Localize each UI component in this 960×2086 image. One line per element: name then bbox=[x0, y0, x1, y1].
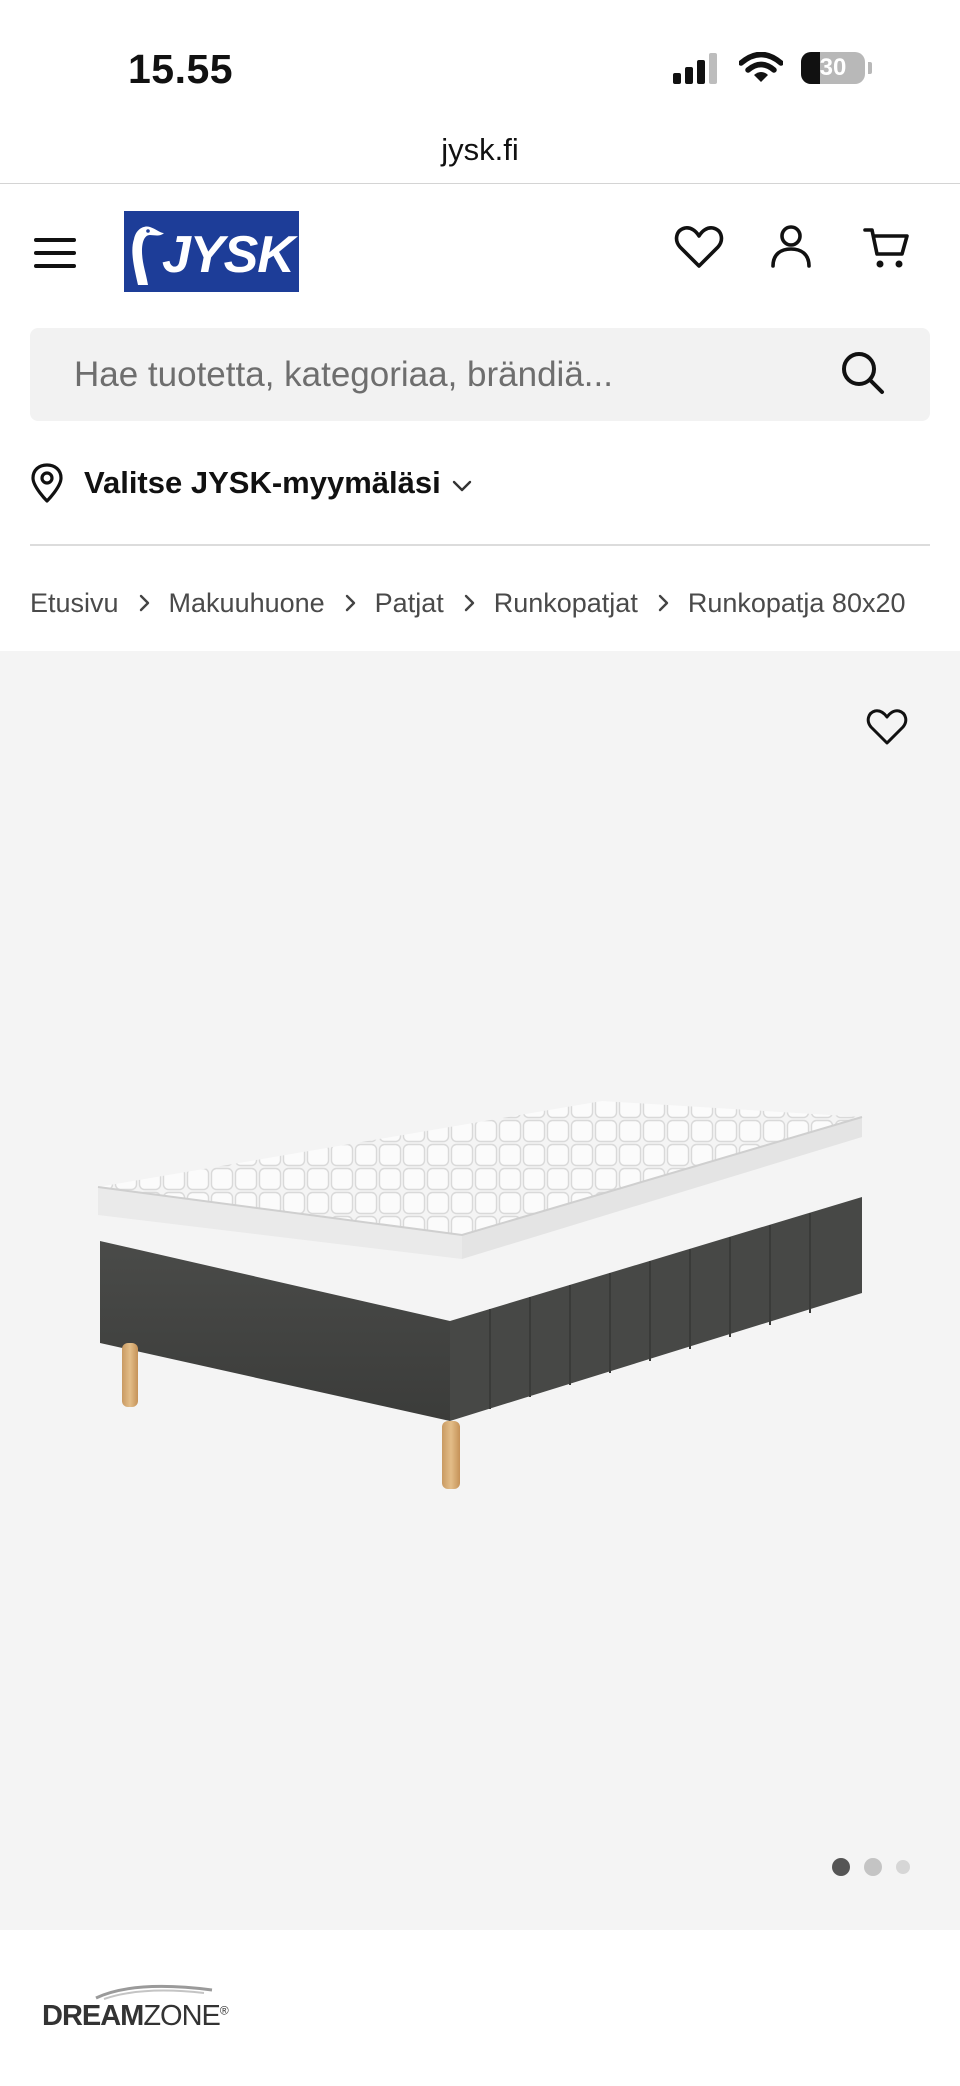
breadcrumb-item-runkopatjat[interactable]: Runkopatjat bbox=[494, 588, 638, 619]
chevron-right-icon bbox=[658, 594, 669, 612]
jysk-logo[interactable]: JYSK bbox=[124, 211, 299, 292]
status-time: 15.55 bbox=[128, 46, 234, 92]
dreamzone-swoosh-icon bbox=[95, 1984, 213, 2000]
store-selector-label: Valitse JYSK-myymäläsi bbox=[84, 465, 441, 500]
product-image-gallery[interactable] bbox=[0, 651, 960, 1930]
jysk-goose-icon bbox=[132, 226, 164, 285]
gallery-dot-3[interactable] bbox=[896, 1860, 910, 1874]
cellular-signal-icon bbox=[673, 53, 717, 84]
gallery-dot-2[interactable] bbox=[864, 1858, 882, 1876]
chevron-right-icon bbox=[345, 594, 355, 612]
site-header: JYSK bbox=[0, 184, 960, 314]
breadcrumb-item-home[interactable]: Etusivu bbox=[30, 588, 119, 619]
battery-indicator: 30 bbox=[801, 52, 872, 84]
wishlist-heart-icon[interactable] bbox=[674, 222, 724, 272]
battery-level: 30 bbox=[819, 54, 847, 81]
gallery-dot-1[interactable] bbox=[832, 1858, 850, 1876]
hamburger-menu-icon[interactable] bbox=[34, 236, 76, 270]
browser-url[interactable]: jysk.fi bbox=[0, 132, 960, 168]
breadcrumb: Etusivu Makuuhuone Patjat Runkopatjat Ru… bbox=[30, 580, 906, 626]
status-bar: 15.55 30 jysk.fi bbox=[0, 0, 960, 167]
breadcrumb-item-current: Runkopatja 80x20 bbox=[687, 587, 906, 618]
breadcrumb-item-makuuhuone[interactable]: Makuuhuone bbox=[169, 588, 325, 619]
location-pin-icon bbox=[31, 463, 63, 503]
brand-name: DREAMZONE® bbox=[42, 2000, 229, 2033]
breadcrumb-item-patjat[interactable]: Patjat bbox=[375, 588, 444, 619]
add-to-favorites-heart-icon[interactable] bbox=[866, 707, 908, 747]
logo-text: JYSK bbox=[162, 226, 295, 284]
search-input[interactable] bbox=[74, 328, 834, 421]
search-bar bbox=[30, 328, 930, 421]
section-divider bbox=[30, 544, 930, 546]
brand-name-part-1: DREAM bbox=[42, 2000, 144, 2032]
chevron-right-icon bbox=[139, 594, 149, 612]
shopping-cart-icon[interactable] bbox=[862, 222, 912, 272]
wifi-icon bbox=[739, 52, 783, 82]
brand-logo-dreamzone[interactable]: DREAMZONE® bbox=[42, 1982, 232, 2042]
chevron-right-icon bbox=[464, 594, 474, 612]
search-icon[interactable] bbox=[838, 348, 888, 398]
registered-mark: ® bbox=[219, 2003, 229, 2018]
product-image-box-spring-mattress bbox=[97, 1101, 863, 1489]
store-selector[interactable]: Valitse JYSK-myymäläsi bbox=[30, 455, 473, 511]
gallery-pagination bbox=[832, 1858, 910, 1876]
chevron-down-icon bbox=[452, 480, 471, 492]
status-icons: 30 bbox=[673, 52, 872, 84]
brand-name-part-2: ZONE bbox=[143, 2000, 221, 2032]
account-user-icon[interactable] bbox=[766, 222, 816, 272]
